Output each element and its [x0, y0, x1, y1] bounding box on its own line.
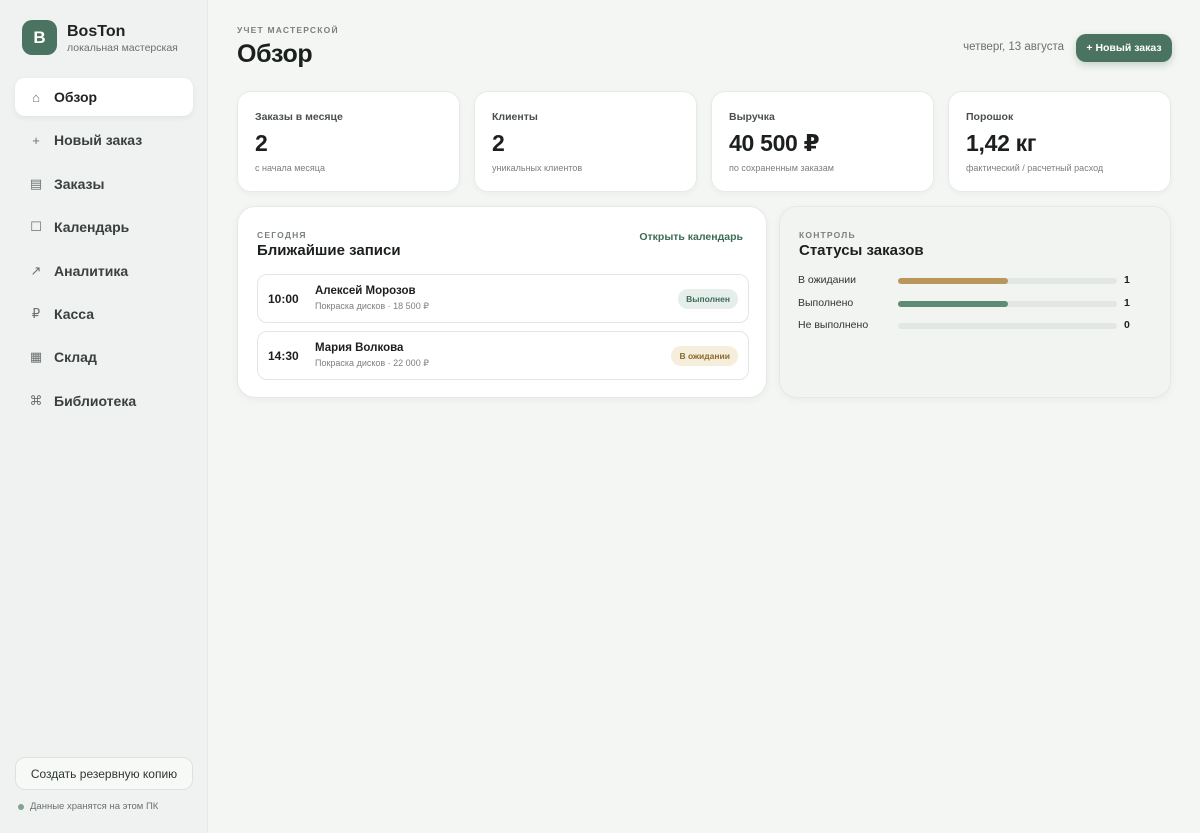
brand-subtitle: локальная мастерская — [67, 41, 178, 54]
stat-value: 1,42 кг — [966, 130, 1037, 156]
stat-note: с начала месяца — [255, 163, 325, 173]
stat-note: фактический / расчетный расход — [966, 163, 1104, 173]
status-label: В ожидании — [798, 274, 857, 286]
status-badge: В ожидании — [671, 346, 738, 366]
stat-card-powder: Порошок 1,42 кг фактический / расчетный … — [948, 91, 1171, 192]
sidebar-item-label: Новый заказ — [54, 132, 143, 149]
sidebar-item-orders[interactable]: ▤ Заказы — [15, 165, 193, 203]
current-date: четверг, 13 августа — [963, 41, 1064, 53]
sidebar: B BosTon локальная мастерская ⌂ Обзор + … — [0, 0, 208, 833]
stat-label: Порошок — [966, 111, 1014, 123]
status-dot-icon — [18, 803, 24, 810]
stat-note: уникальных клиентов — [492, 163, 583, 173]
sidebar-item-new-order[interactable]: + Новый заказ — [15, 121, 193, 159]
brand-logo: B — [22, 20, 57, 55]
panel-eyebrow: Контроль — [799, 230, 856, 240]
sidebar-item-calendar[interactable]: ☐ Календарь — [15, 208, 193, 246]
status-label: Выполнено — [798, 297, 854, 309]
status-row-pending: В ожидании 1 — [798, 274, 1158, 288]
status-bar-fill — [898, 301, 1008, 307]
ruble-icon: ₽ — [31, 305, 41, 321]
stat-label: Заказы в месяце — [255, 111, 343, 123]
appointment-service: Покраска дисков · 18 500 ₽ — [315, 301, 429, 311]
status-badge: Выполнен — [678, 289, 738, 309]
open-calendar-link[interactable]: Открыть календарь — [639, 231, 743, 243]
list-icon: ▤ — [29, 175, 43, 191]
appointment-service: Покраска дисков · 22 000 ₽ — [315, 358, 429, 368]
warehouse-icon: ▦ — [29, 349, 43, 365]
stat-value: 2 — [492, 130, 505, 156]
stat-card-clients: Клиенты 2 уникальных клиентов — [474, 91, 697, 192]
sidebar-item-label: Заказы — [54, 175, 105, 192]
sidebar-nav: ⌂ Обзор + Новый заказ ▤ Заказы ☐ Календа… — [15, 78, 193, 425]
status-bar-fill — [898, 278, 1008, 284]
home-icon: ⌂ — [32, 89, 40, 105]
status-bar-track — [898, 323, 1117, 329]
sidebar-item-label: Касса — [54, 305, 95, 322]
panel-title: Ближайшие записи — [257, 242, 401, 259]
stat-card-revenue: Выручка 40 500 ₽ по сохраненным заказам — [711, 91, 934, 192]
sidebar-item-label: Аналитика — [54, 262, 129, 279]
sidebar-item-analytics[interactable]: ↗ Аналитика — [15, 252, 193, 290]
stat-value: 2 — [255, 130, 268, 156]
stat-label: Выручка — [729, 111, 775, 123]
status-row-not-done: Не выполнено 0 — [798, 319, 1158, 333]
status-bar-track — [898, 278, 1117, 284]
stat-card-orders: Заказы в месяце 2 с начала месяца — [237, 91, 460, 192]
upcoming-appointments-panel: Сегодня Ближайшие записи Открыть календа… — [237, 206, 767, 398]
status-label: Не выполнено — [798, 319, 869, 331]
panel-eyebrow: Сегодня — [257, 230, 307, 240]
calendar-icon: ☐ — [30, 219, 42, 235]
stat-value: 40 500 ₽ — [729, 130, 820, 156]
stat-label: Клиенты — [492, 111, 538, 123]
plus-icon: + — [32, 132, 40, 148]
appointment-time: 10:00 — [268, 292, 299, 306]
storage-note: Данные хранятся на этом ПК — [18, 801, 158, 812]
order-statuses-panel: Контроль Статусы заказов В ожидании 1 Вы… — [779, 206, 1171, 398]
page-eyebrow: Учет мастерской — [237, 25, 339, 35]
status-row-done: Выполнено 1 — [798, 297, 1158, 311]
storage-note-text: Данные хранятся на этом ПК — [30, 801, 159, 812]
new-order-button[interactable]: + Новый заказ — [1076, 34, 1172, 62]
sidebar-item-cashbox[interactable]: ₽ Касса — [15, 295, 193, 333]
status-count: 0 — [1124, 319, 1130, 331]
stat-note: по сохраненным заказам — [729, 163, 834, 173]
brand: B BosTon локальная мастерская — [22, 20, 178, 55]
status-bar-track — [898, 301, 1117, 307]
backup-button[interactable]: Создать резервную копию — [15, 757, 193, 790]
sidebar-item-label: Склад — [54, 349, 97, 366]
sidebar-item-warehouse[interactable]: ▦ Склад — [15, 338, 193, 376]
library-icon: ⌘ — [29, 392, 43, 408]
sidebar-item-label: Библиотека — [54, 392, 137, 409]
sidebar-item-label: Обзор — [54, 89, 98, 105]
appointment-item[interactable]: 10:00 Алексей Морозов Покраска дисков · … — [257, 274, 749, 323]
panel-title: Статусы заказов — [799, 242, 924, 259]
appointment-client: Алексей Морозов — [315, 285, 416, 297]
sidebar-item-label: Календарь — [54, 219, 130, 236]
appointment-client: Мария Волкова — [315, 342, 404, 354]
brand-name: BosTon — [67, 22, 126, 40]
trend-icon: ↗ — [30, 262, 42, 278]
sidebar-item-overview[interactable]: ⌂ Обзор — [15, 78, 193, 116]
appointment-time: 14:30 — [268, 349, 299, 363]
status-count: 1 — [1124, 274, 1130, 286]
page-title: Обзор — [237, 40, 313, 68]
sidebar-item-library[interactable]: ⌘ Библиотека — [15, 382, 193, 420]
appointment-item[interactable]: 14:30 Мария Волкова Покраска дисков · 22… — [257, 331, 749, 380]
status-count: 1 — [1124, 297, 1130, 309]
